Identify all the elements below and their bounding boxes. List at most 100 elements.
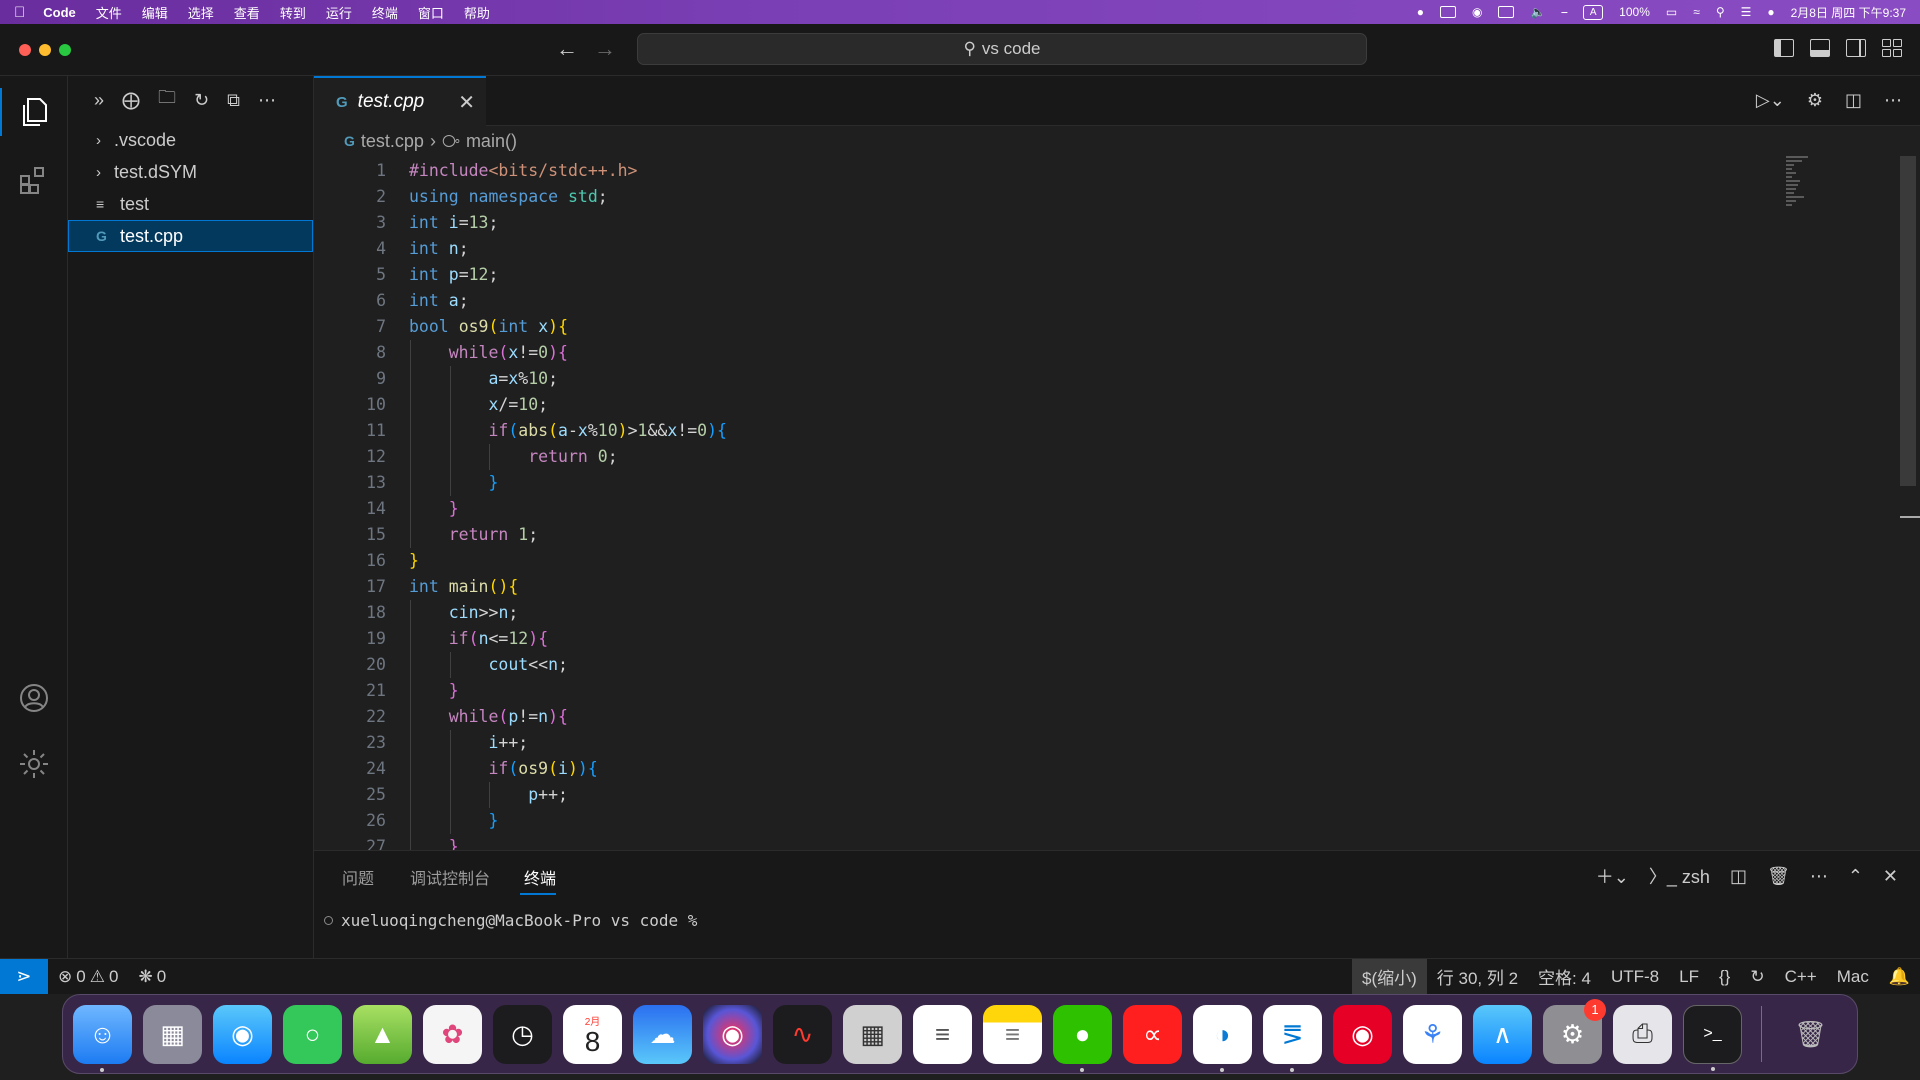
cursor-position[interactable]: 行 30, 列 2 xyxy=(1427,959,1528,994)
code-line[interactable]: 24 if(os9(i)){ xyxy=(314,756,1874,782)
code-line[interactable]: 11 if(abs(a-x%10)>1&&x!=0){ xyxy=(314,418,1874,444)
code-line[interactable]: 15 return 1; xyxy=(314,522,1874,548)
weather-icon[interactable]: ☁ xyxy=(633,1004,692,1064)
code-line[interactable]: 2 using namespace std; xyxy=(314,184,1874,210)
terminal-prompt-line[interactable]: xueluoqingcheng@MacBook-Pro vs code % xyxy=(324,911,697,930)
tree-item-test-cpp[interactable]: G test.cpp xyxy=(68,220,313,252)
input-method-icon[interactable]: A xyxy=(1583,4,1604,20)
minimap[interactable] xyxy=(1786,156,1826,216)
edge-browser-icon[interactable]: ◑ xyxy=(1193,1004,1252,1072)
breadcrumb-symbol[interactable]: main() xyxy=(466,131,517,152)
encoding-status[interactable]: UTF-8 xyxy=(1601,959,1669,994)
menu-selection[interactable]: 选择 xyxy=(188,3,214,22)
customize-layout-icon[interactable] xyxy=(1882,39,1902,57)
sync-icon[interactable]: ↻ xyxy=(1740,959,1774,994)
siri-icon[interactable]: ◉ xyxy=(703,1004,762,1064)
new-file-icon[interactable]: ⨁ xyxy=(122,90,140,111)
tree-item-test-binary[interactable]: ≡ test xyxy=(68,188,313,220)
code-line[interactable]: 8 while(x!=0){ xyxy=(314,340,1874,366)
screen-record-icon[interactable]: ◉ xyxy=(1472,5,1482,19)
split-terminal-icon[interactable]: ◫ xyxy=(1730,866,1747,887)
menu-window[interactable]: 窗口 xyxy=(418,3,444,22)
close-panel-icon[interactable]: ✕ xyxy=(1883,866,1898,887)
editor-scrollbar[interactable] xyxy=(1900,156,1916,486)
menubar-clock[interactable]: 2月8日 周四 下午9:37 xyxy=(1791,4,1906,21)
code-editor[interactable]: 1 #include<bits/stdc++.h> 2 using namespace… xyxy=(314,156,1920,850)
collapse-chevron-icon[interactable]: » xyxy=(94,90,104,111)
menu-go[interactable]: 转到 xyxy=(280,3,306,22)
more-actions-icon[interactable]: ⋯ xyxy=(1810,866,1828,887)
printer-icon[interactable]: ⎙ xyxy=(1613,1004,1672,1064)
music-app-icon[interactable]: ∝ xyxy=(1123,1004,1182,1064)
wifi-icon[interactable]: ≈ xyxy=(1693,5,1700,19)
notes-icon[interactable]: ≡ xyxy=(983,1004,1042,1064)
extensions-icon[interactable] xyxy=(16,162,52,198)
breadcrumb-file[interactable]: test.cpp xyxy=(361,131,424,152)
code-line[interactable]: 10 x/=10; xyxy=(314,392,1874,418)
eol-status[interactable]: LF xyxy=(1669,959,1709,994)
platform-status[interactable]: Mac xyxy=(1827,959,1879,994)
terminal-app-icon[interactable]: >_ xyxy=(1683,1004,1742,1071)
vscode-icon[interactable]: ⪚ xyxy=(1263,1004,1322,1072)
voice-memos-icon[interactable]: ∿ xyxy=(773,1004,832,1064)
code-line[interactable]: 27 } xyxy=(314,834,1874,850)
menu-edit[interactable]: 编辑 xyxy=(142,3,168,22)
display-icon[interactable] xyxy=(1440,6,1456,18)
code-line[interactable]: 6 int a; xyxy=(314,288,1874,314)
settings-gear-icon[interactable]: ⚙ xyxy=(1807,90,1823,111)
code-line[interactable]: 22 while(p!=n){ xyxy=(314,704,1874,730)
tab-debug-console[interactable]: 调试控制台 xyxy=(410,865,490,889)
code-line[interactable]: 17 int main(){ xyxy=(314,574,1874,600)
clock-icon[interactable]: ◷ xyxy=(493,1004,552,1064)
code-line[interactable]: 7 bool os9(int x){ xyxy=(314,314,1874,340)
indentation-status[interactable]: 空格: 4 xyxy=(1528,959,1601,994)
photos-icon[interactable]: ✿ xyxy=(423,1004,482,1064)
new-terminal-plus-icon[interactable]: ＋⌄ xyxy=(1596,863,1629,889)
toggle-secondary-sidebar-icon[interactable] xyxy=(1846,39,1866,57)
run-play-icon[interactable]: ▷⌄ xyxy=(1756,90,1785,111)
code-line[interactable]: 25 p++; xyxy=(314,782,1874,808)
code-line[interactable]: 19 if(n<=12){ xyxy=(314,626,1874,652)
ports-status[interactable]: ❋ 0 xyxy=(128,959,176,994)
netease-music-icon[interactable]: ◉ xyxy=(1333,1004,1392,1064)
spotlight-icon[interactable]: ⚲ xyxy=(1716,5,1725,19)
trash-icon[interactable]: 🗑 xyxy=(1767,866,1790,887)
manage-gear-icon[interactable] xyxy=(16,746,52,782)
app-store-icon[interactable]: ∧ xyxy=(1473,1004,1532,1064)
terminal-shell-selector[interactable]: 〉_ zsh xyxy=(1649,863,1710,889)
control-center-icon[interactable]: ☰ xyxy=(1741,5,1752,19)
code-line[interactable]: 12 return 0; xyxy=(314,444,1874,470)
maps-icon[interactable]: ▲ xyxy=(353,1004,412,1064)
maximize-panel-icon[interactable]: ⌃ xyxy=(1848,866,1863,887)
calendar-icon[interactable]: 2月 8 xyxy=(563,1004,622,1064)
braces-icon[interactable]: {} xyxy=(1709,959,1740,994)
toggle-panel-icon[interactable] xyxy=(1810,39,1830,57)
forward-arrow-icon[interactable]: → xyxy=(594,36,616,62)
code-line[interactable]: 14 } xyxy=(314,496,1874,522)
tab-test-cpp[interactable]: G test.cpp ✕ xyxy=(314,76,486,126)
menu-run[interactable]: 运行 xyxy=(326,3,352,22)
problems-status[interactable]: ⊗ 0 ⚠ 0 xyxy=(48,959,128,994)
more-actions-icon[interactable]: ⋯ xyxy=(258,90,276,111)
battery-icon[interactable]: ▭ xyxy=(1666,5,1677,19)
code-line[interactable]: 1 #include<bits/stdc++.h> xyxy=(314,158,1874,184)
close-window-button[interactable] xyxy=(19,44,31,56)
calculator-icon[interactable]: ▦ xyxy=(843,1004,902,1064)
apple-icon[interactable]:  xyxy=(14,4,25,21)
tab-terminal[interactable]: 终端 xyxy=(524,865,556,889)
split-editor-icon[interactable]: ◫ xyxy=(1845,90,1862,111)
fullscreen-window-button[interactable] xyxy=(59,44,71,56)
messages-icon[interactable]: ○ xyxy=(283,1004,342,1064)
trash-icon[interactable]: 🗑 xyxy=(1781,1005,1840,1064)
tree-item-dsym-folder[interactable]: › test.dSYM xyxy=(68,156,313,188)
finder-icon[interactable]: ☺ xyxy=(73,1004,132,1072)
wechat-icon[interactable]: ● xyxy=(1053,1004,1112,1072)
zoom-status[interactable]: $(缩小) xyxy=(1351,959,1427,994)
code-line[interactable]: 13 } xyxy=(314,470,1874,496)
collapse-all-icon[interactable]: ⧉ xyxy=(227,90,240,111)
wechat-status-icon[interactable]: ● xyxy=(1417,5,1424,19)
toggle-primary-sidebar-icon[interactable] xyxy=(1774,39,1794,57)
launchpad-icon[interactable]: ▦ xyxy=(143,1004,202,1064)
code-line[interactable]: 9 a=x%10; xyxy=(314,366,1874,392)
new-folder-icon[interactable]: 🗀 xyxy=(158,85,176,115)
